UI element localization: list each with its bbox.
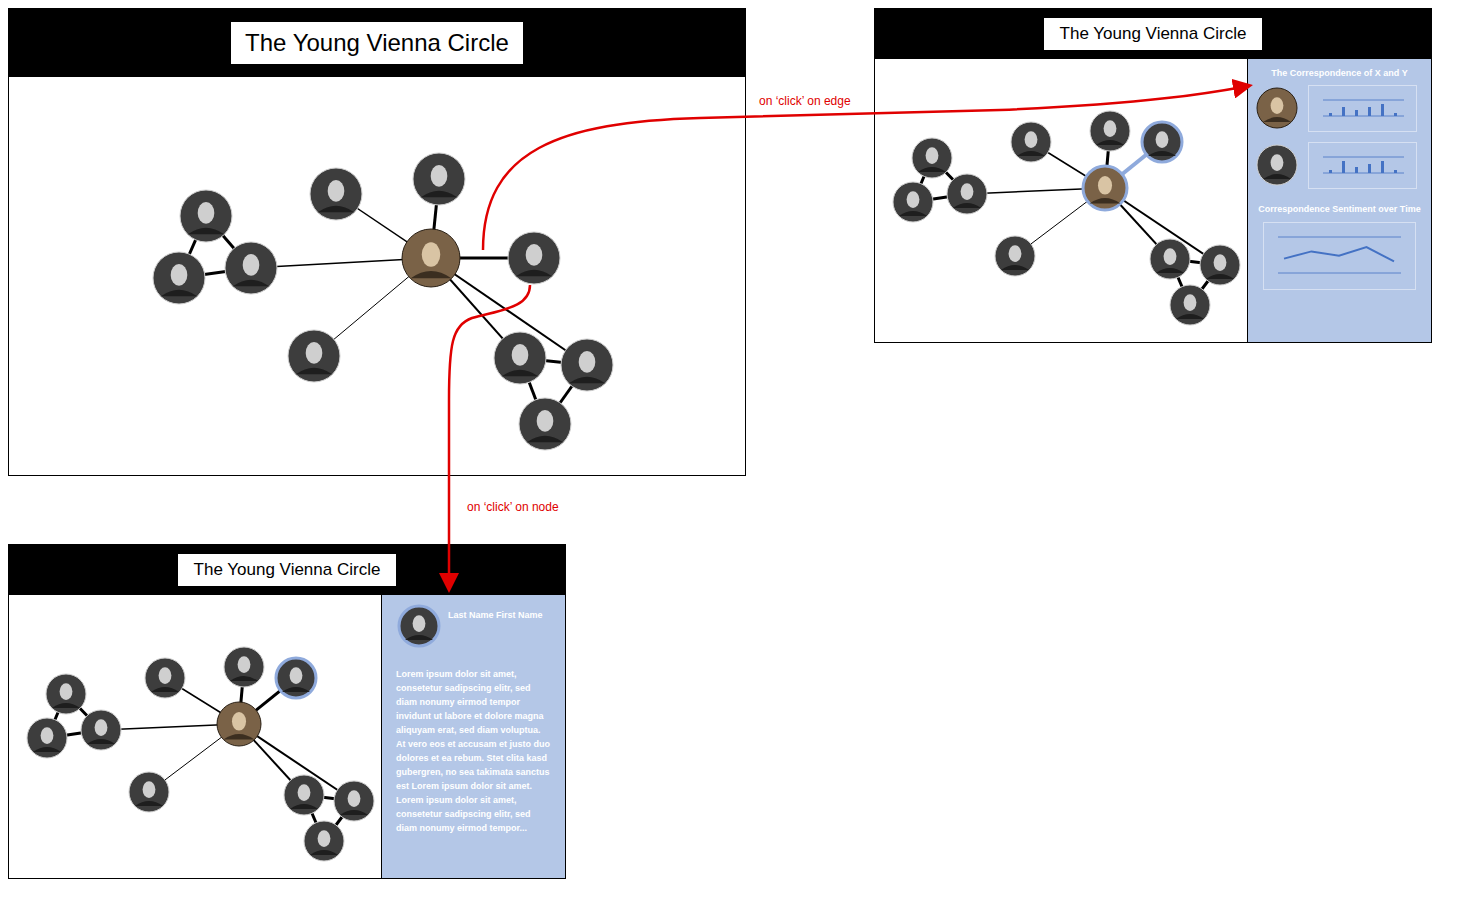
- graph-area: [875, 59, 1247, 342]
- person-node[interactable]: [1170, 285, 1210, 325]
- person-node[interactable]: [561, 339, 613, 391]
- chart-bar: [1342, 161, 1345, 173]
- person-avatar: [1254, 85, 1300, 131]
- chart-bar: [1381, 104, 1384, 116]
- chart-bar: [1381, 161, 1384, 173]
- transition-arrows: [0, 0, 1481, 909]
- edge-click-arrow: [483, 86, 1248, 250]
- overview-screen: The Young Vienna Circle: [8, 8, 746, 476]
- person-node[interactable]: [494, 332, 546, 384]
- chart-box: [1308, 85, 1417, 132]
- person-avatar: [396, 603, 442, 649]
- person-node[interactable]: [225, 242, 277, 294]
- person-node[interactable]: [1257, 145, 1297, 185]
- person-node[interactable]: [276, 658, 316, 698]
- central-person-node[interactable]: [402, 229, 460, 287]
- person-node[interactable]: [27, 718, 67, 758]
- app-title: The Young Vienna Circle: [1044, 18, 1263, 50]
- edge-view-screen: The Young Vienna Circle The Correspondenc…: [874, 8, 1432, 343]
- letter-count-chart: [1309, 143, 1416, 188]
- node-click-label: on ‘click’ on node: [467, 498, 559, 516]
- person-node[interactable]: [304, 821, 344, 861]
- person-node[interactable]: [153, 252, 205, 304]
- node-view-screen: The Young Vienna Circle Last Name First N…: [8, 544, 566, 879]
- app-header: The Young Vienna Circle: [875, 9, 1431, 59]
- person-node[interactable]: [180, 190, 232, 242]
- chart-bar: [1394, 113, 1397, 116]
- chart-bar: [1368, 107, 1371, 116]
- person-node[interactable]: [1142, 122, 1182, 162]
- edge-click-label: on ‘click’ on edge: [759, 92, 851, 110]
- network-graph: [9, 595, 381, 878]
- node-click-arrow: [449, 285, 530, 588]
- person-node[interactable]: [310, 168, 362, 220]
- chart-box: [1263, 222, 1416, 290]
- person-avatar: [1254, 142, 1300, 188]
- network-graph: [9, 77, 745, 475]
- person-node[interactable]: [519, 398, 571, 450]
- person-node[interactable]: [334, 781, 374, 821]
- letter-list: [1248, 85, 1431, 189]
- person-name: Last Name First Name: [448, 603, 543, 623]
- screen-body: Last Name First Name Lorem ipsum dolor si…: [9, 595, 565, 878]
- person-node[interactable]: [46, 674, 86, 714]
- app-title: The Young Vienna Circle: [231, 22, 523, 64]
- graph-area: [9, 77, 745, 475]
- app-header: The Young Vienna Circle: [9, 9, 745, 77]
- chart-bar: [1355, 167, 1358, 173]
- chart-bar: [1329, 170, 1332, 173]
- person-node[interactable]: [893, 182, 933, 222]
- chart-bar: [1329, 113, 1332, 116]
- person-node[interactable]: [947, 174, 987, 214]
- person-node[interactable]: [1011, 122, 1051, 162]
- screen-body: The Correspondence of X and Y Corresponde…: [875, 59, 1431, 342]
- person-node[interactable]: [284, 775, 324, 815]
- person-node[interactable]: [1200, 245, 1240, 285]
- graph-area: [9, 595, 381, 878]
- sentiment-line: [1284, 247, 1394, 261]
- chart-title: Correspondence Sentiment over Time: [1258, 203, 1420, 217]
- person-node[interactable]: [1090, 111, 1130, 151]
- correspondence-panel: The Correspondence of X and Y Corresponde…: [1247, 59, 1431, 342]
- storyboard: The Young Vienna CircleThe Young Vienna …: [0, 0, 1481, 909]
- letter-row: [1254, 85, 1425, 132]
- person-node[interactable]: [224, 647, 264, 687]
- chart-bar: [1355, 110, 1358, 116]
- person-bio: Lorem ipsum dolor sit amet, consetetur s…: [396, 667, 551, 835]
- sentiment-chart: [1264, 223, 1415, 289]
- person-node[interactable]: [508, 232, 560, 284]
- central-person-node[interactable]: [1257, 88, 1297, 128]
- panel-title: The Correspondence of X and Y: [1271, 67, 1407, 81]
- chart-bar: [1342, 107, 1345, 116]
- central-person-node[interactable]: [1083, 166, 1127, 210]
- chart-box: [1308, 142, 1417, 189]
- person-node[interactable]: [288, 330, 340, 382]
- person-header: Last Name First Name: [396, 603, 551, 649]
- chart-bar: [1394, 170, 1397, 173]
- person-node[interactable]: [413, 153, 465, 205]
- app-title: The Young Vienna Circle: [178, 554, 397, 586]
- person-node[interactable]: [129, 772, 169, 812]
- app-header: The Young Vienna Circle: [9, 545, 565, 595]
- person-node[interactable]: [399, 606, 439, 646]
- chart-bar: [1368, 164, 1371, 173]
- person-node[interactable]: [995, 236, 1035, 276]
- network-graph: [875, 59, 1247, 342]
- person-node[interactable]: [81, 710, 121, 750]
- person-node[interactable]: [1150, 239, 1190, 279]
- central-person-node[interactable]: [217, 702, 261, 746]
- person-panel: Last Name First Name Lorem ipsum dolor si…: [381, 595, 565, 878]
- letter-row: [1254, 142, 1425, 189]
- person-node[interactable]: [145, 658, 185, 698]
- letter-count-chart: [1309, 86, 1416, 131]
- person-node[interactable]: [912, 138, 952, 178]
